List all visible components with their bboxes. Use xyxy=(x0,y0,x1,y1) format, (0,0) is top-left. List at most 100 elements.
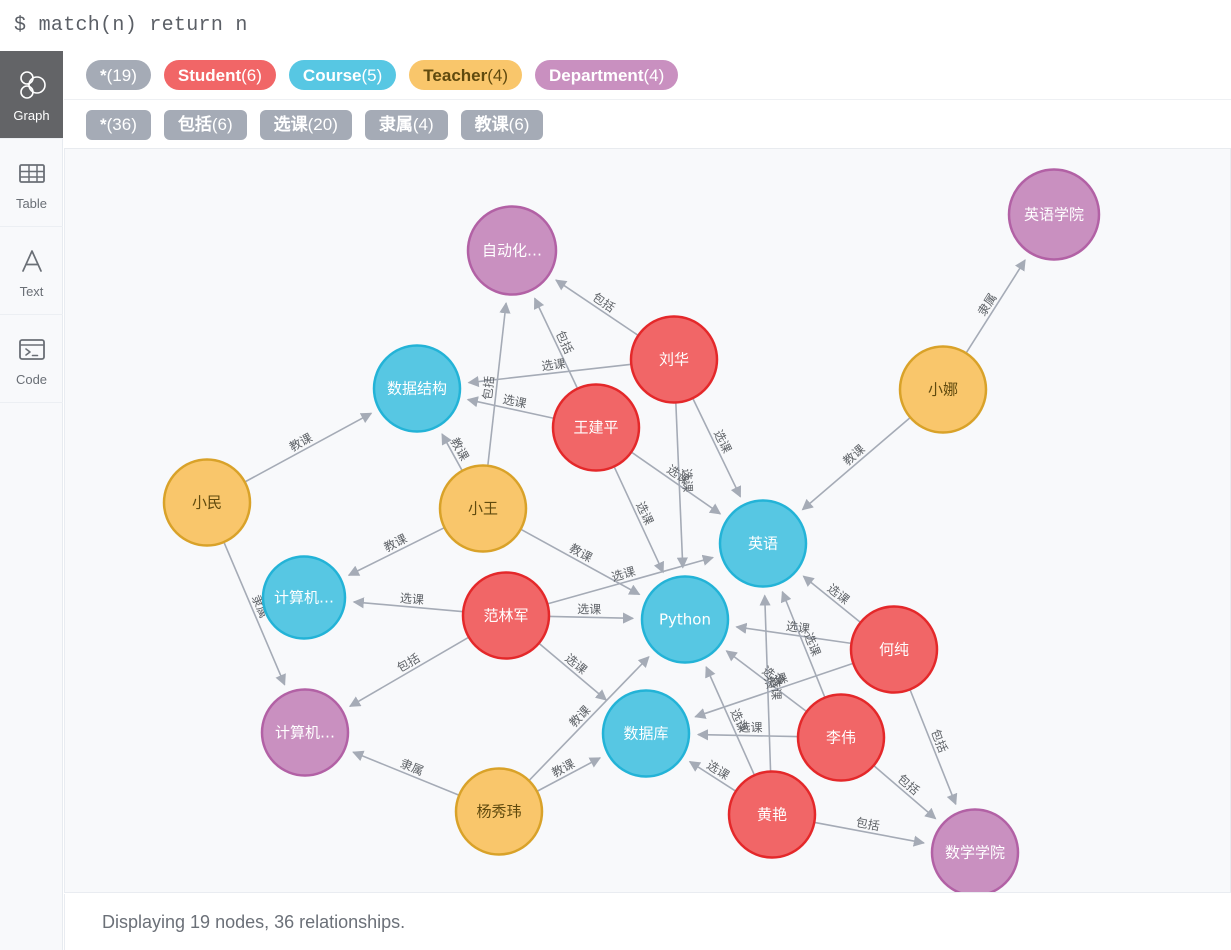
node-circle[interactable] xyxy=(849,605,939,694)
node-circle[interactable] xyxy=(162,458,252,547)
edge-label: 选课 xyxy=(768,676,783,700)
graph-node[interactable]: 何纯 xyxy=(849,605,939,694)
graph-node[interactable]: 范林军 xyxy=(461,571,551,660)
node-circle[interactable] xyxy=(261,555,347,640)
node-circle[interactable] xyxy=(454,767,544,856)
graph-node[interactable]: 数据库 xyxy=(601,689,691,778)
node-circle[interactable] xyxy=(551,383,641,472)
graph-node[interactable]: 计算机… xyxy=(261,555,347,640)
graph-node[interactable]: 杨秀玮 xyxy=(454,767,544,856)
node-label-pill[interactable]: Student (6) xyxy=(163,60,276,90)
edge-label: 教课 xyxy=(840,441,868,468)
pill-count: (36) xyxy=(106,115,137,134)
graph-node[interactable]: 自动化… xyxy=(466,205,558,296)
edge-label: 教课 xyxy=(567,540,595,565)
graph-edge[interactable] xyxy=(696,729,798,741)
graph-node[interactable]: 小王 xyxy=(438,464,528,553)
node-circle[interactable] xyxy=(930,808,1020,893)
relationship-type-pill[interactable]: 包括 (6) xyxy=(163,109,247,140)
node-circle[interactable] xyxy=(461,571,551,660)
graph-node[interactable]: 刘华 xyxy=(629,315,719,404)
node-circle[interactable] xyxy=(466,205,558,296)
node-label-pill[interactable]: * (19) xyxy=(86,60,151,90)
graph-node[interactable]: 小民 xyxy=(162,458,252,547)
edge-label: 教课 xyxy=(549,756,577,781)
graph-visualization[interactable]: 包括包括包括隶属选课选课教课 教课 选课选课教课隶属教课选课包括选课选课选课选课选课… xyxy=(65,149,1230,892)
edge-label: 包括 xyxy=(590,289,618,315)
rail-item-code[interactable]: Code xyxy=(0,315,63,403)
graph-edge[interactable] xyxy=(801,417,911,511)
rail-item-label: Table xyxy=(15,195,48,211)
pill-name: Department xyxy=(549,65,644,85)
edge-label: 教课 xyxy=(448,435,473,463)
node-circle[interactable] xyxy=(629,315,719,404)
node-label-pill[interactable]: Department (4) xyxy=(535,60,679,90)
edge-label: 选课 xyxy=(610,564,637,584)
node-circle[interactable] xyxy=(1007,168,1101,261)
pill-name: 包括 xyxy=(177,115,212,134)
node-circle[interactable] xyxy=(372,344,462,433)
node-label-pill[interactable]: Course (5) xyxy=(288,60,397,90)
text-icon xyxy=(15,244,49,278)
graph-node[interactable]: 英语学院 xyxy=(1007,168,1101,261)
edge-label: 包括 xyxy=(928,727,951,755)
graph-edge[interactable] xyxy=(348,636,469,708)
rail-item-table[interactable]: Table xyxy=(0,139,63,227)
node-circle[interactable] xyxy=(260,688,350,777)
rail-item-graph[interactable]: Graph xyxy=(0,51,63,139)
graph-canvas[interactable]: 包括 包括 包括 隶属 选课 选课 教课 教课 选课 选课 教课 隶属 教课 选课 包括 选课 选课 选课 选课 选课… xyxy=(64,149,1231,893)
pill-count: (19) xyxy=(106,65,137,85)
view-mode-rail: Graph Table Text Code xyxy=(0,51,63,950)
pill-count: (6) xyxy=(241,65,262,85)
graph-node[interactable]: 王建平 xyxy=(551,383,641,472)
relationship-type-pill[interactable]: 隶属 (4) xyxy=(364,109,448,140)
table-icon xyxy=(15,156,49,190)
node-circle[interactable] xyxy=(898,345,988,434)
graph-node[interactable]: 英语 xyxy=(718,499,808,588)
graph-node[interactable]: Python xyxy=(640,575,730,664)
graph-node[interactable]: 李伟 xyxy=(796,693,886,782)
pill-count: (4) xyxy=(412,115,434,134)
node-circle[interactable] xyxy=(796,693,886,782)
rail-item-text[interactable]: Text xyxy=(0,227,63,315)
rail-item-label: Code xyxy=(15,371,48,387)
graph-node[interactable]: 小娜 xyxy=(898,345,988,434)
node-circle[interactable] xyxy=(601,689,691,778)
node-label-pill[interactable]: Teacher (4) xyxy=(409,60,523,90)
pill-count: (20) xyxy=(307,115,338,134)
pill-count: (4) xyxy=(487,65,509,85)
graph-node[interactable]: 黄艳 xyxy=(727,770,817,859)
node-circle[interactable] xyxy=(640,575,730,664)
graph-node[interactable]: 计算机… xyxy=(260,688,350,777)
node-circle[interactable] xyxy=(718,499,808,588)
pill-name: * xyxy=(100,65,107,85)
edge-label: 教课 xyxy=(566,702,593,730)
edge-label: 隶属 xyxy=(398,756,426,778)
graph-edge[interactable] xyxy=(549,612,635,624)
pill-name: 教课 xyxy=(474,115,509,134)
pill-count: (4) xyxy=(643,65,665,85)
pill-name: 隶属 xyxy=(378,115,413,134)
relationship-type-pill[interactable]: 教课 (6) xyxy=(460,109,544,140)
graph-result-app: $ match(n) return n Graph Table Text Cod… xyxy=(0,0,1231,950)
rail-item-label: Text xyxy=(19,283,44,299)
status-text: Displaying 19 nodes, 36 relationships. xyxy=(102,911,406,932)
graph-node[interactable]: 数据结构 xyxy=(372,344,462,433)
nodes-layer[interactable]: 自动化… 英语学院数据结构 刘华王建平 小娜小民 小王 英语计算机… 范林军 Python 何纯… xyxy=(162,168,1101,893)
edge-label: 包括 xyxy=(394,650,422,675)
relationship-type-pill[interactable]: * (36) xyxy=(86,109,151,140)
graph-edge[interactable] xyxy=(555,279,638,336)
pill-name: Course xyxy=(302,65,362,85)
pill-name: Student xyxy=(177,65,242,85)
graph-edge[interactable] xyxy=(521,528,641,596)
pill-count: (6) xyxy=(211,115,233,134)
relationship-type-pill[interactable]: 选课 (20) xyxy=(259,109,352,140)
node-circle[interactable] xyxy=(438,464,528,553)
edge-label: 选课 xyxy=(541,357,566,374)
edge-label: 包括 xyxy=(479,375,497,401)
node-circle[interactable] xyxy=(727,770,817,859)
pill-count: (5) xyxy=(361,65,383,85)
graph-node[interactable]: 数学学院 xyxy=(930,808,1020,893)
graph-edge[interactable] xyxy=(965,259,1026,353)
graph-edge[interactable] xyxy=(245,412,373,483)
